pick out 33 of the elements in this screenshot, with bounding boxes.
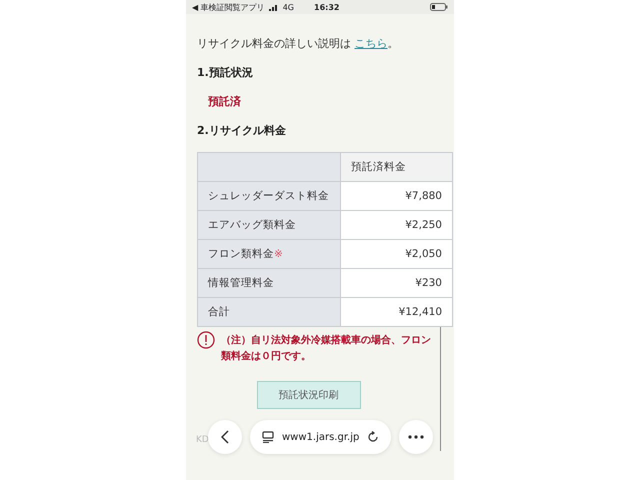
back-icon bbox=[221, 430, 229, 444]
signal-icon bbox=[268, 4, 279, 10]
battery-icon bbox=[430, 3, 448, 11]
fee-amount: ¥12,410 bbox=[340, 298, 452, 326]
footer-text: KD bbox=[196, 435, 209, 445]
network-label: 4G bbox=[282, 2, 294, 12]
more-button[interactable] bbox=[399, 420, 434, 454]
fee-label: 情報管理料金 bbox=[198, 268, 340, 298]
fee-amount: ¥2,250 bbox=[340, 210, 452, 240]
more-icon bbox=[408, 435, 424, 439]
section-heading: 2.リサイクル料金 bbox=[197, 123, 287, 138]
details-link[interactable]: こちら bbox=[354, 37, 388, 50]
address-bar[interactable]: www1.jars.gr.jp bbox=[250, 420, 392, 454]
fee-amount: ¥230 bbox=[340, 268, 452, 298]
clock: 16:32 bbox=[314, 2, 340, 12]
column-header: 預託済料金 bbox=[340, 152, 452, 182]
fee-amount: ¥7,880 bbox=[340, 182, 452, 210]
page-menu-icon bbox=[262, 431, 274, 443]
note-text: （注）自リ法対象外冷媒搭載車の場合、フロン類料金は０円です。 bbox=[221, 333, 432, 364]
back-button[interactable] bbox=[208, 420, 242, 454]
warning-icon bbox=[197, 331, 215, 349]
fee-label: シュレッダーダスト料金 bbox=[198, 182, 340, 210]
fee-label: エアバッグ類料金 bbox=[198, 210, 340, 240]
section-heading: 1.預託状況 bbox=[197, 65, 254, 80]
url-text: www1.jars.gr.jp bbox=[282, 432, 360, 442]
fee-label: 合計 bbox=[198, 298, 340, 326]
fee-amount: ¥2,050 bbox=[340, 240, 452, 268]
intro-text: リサイクル料金の詳しい説明は こちら。 bbox=[197, 36, 400, 51]
deposit-status: 預託済 bbox=[208, 94, 242, 109]
fee-label: フロン類料金※ bbox=[198, 240, 340, 268]
print-button[interactable]: 預託状況印刷 bbox=[256, 381, 360, 409]
back-to-app-link[interactable]: ◀ 車検証閲覧アプリ bbox=[192, 2, 265, 12]
reload-icon[interactable] bbox=[367, 431, 380, 443]
